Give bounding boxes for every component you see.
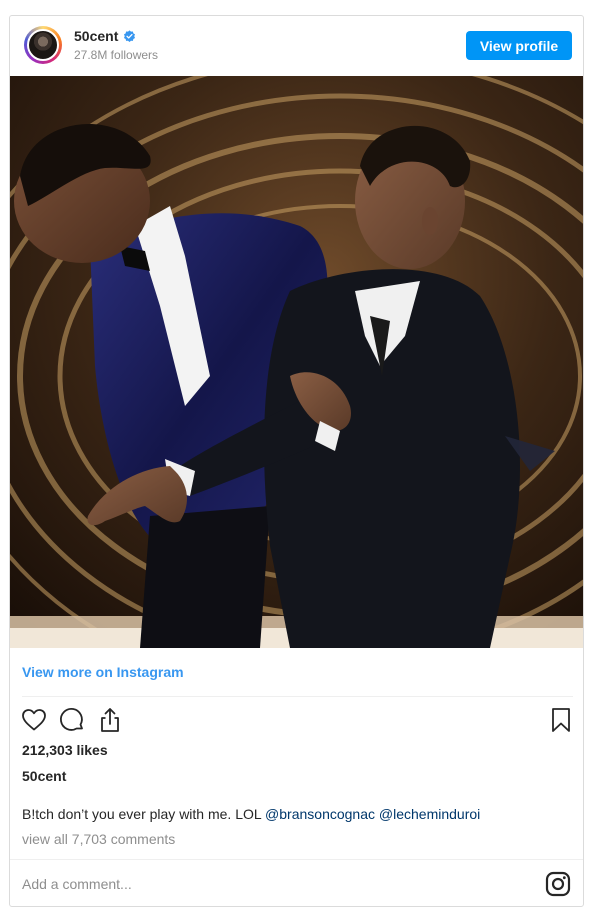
view-more-link[interactable]: View more on Instagram: [22, 664, 184, 680]
post-image[interactable]: [10, 76, 583, 648]
heart-icon[interactable]: [20, 706, 48, 734]
mention-link[interactable]: @bransoncognac: [265, 806, 375, 822]
bookmark-icon[interactable]: [547, 706, 575, 734]
post-header: 50cent 27.8M followers View profile: [10, 16, 583, 76]
divider: [10, 859, 583, 860]
add-comment-input[interactable]: [22, 872, 522, 896]
action-bar: [20, 706, 572, 736]
avatar[interactable]: [24, 26, 62, 64]
post-author[interactable]: 50cent: [22, 768, 66, 784]
comment-icon[interactable]: [58, 706, 86, 734]
instagram-embed: 50cent 27.8M followers View profile View…: [9, 15, 584, 907]
post-caption: B!tch don’t you ever play with me. LOL @…: [22, 806, 480, 822]
view-all-comments-link[interactable]: view all 7,703 comments: [22, 831, 175, 847]
share-icon[interactable]: [96, 706, 124, 734]
avatar-image: [27, 29, 59, 61]
caption-text: B!tch don’t you ever play with me. LOL: [22, 806, 266, 822]
divider: [22, 696, 573, 697]
instagram-logo-icon[interactable]: [545, 871, 571, 897]
post-photo-illustration: [10, 76, 583, 648]
followers-count: 27.8M followers: [74, 48, 159, 62]
username[interactable]: 50cent: [74, 28, 118, 44]
like-count[interactable]: 212,303 likes: [22, 742, 108, 758]
mention-link[interactable]: @lecheminduroi: [379, 806, 480, 822]
view-profile-button[interactable]: View profile: [466, 31, 572, 60]
username-row: 50cent: [74, 28, 136, 44]
verified-badge-icon: [124, 29, 136, 42]
